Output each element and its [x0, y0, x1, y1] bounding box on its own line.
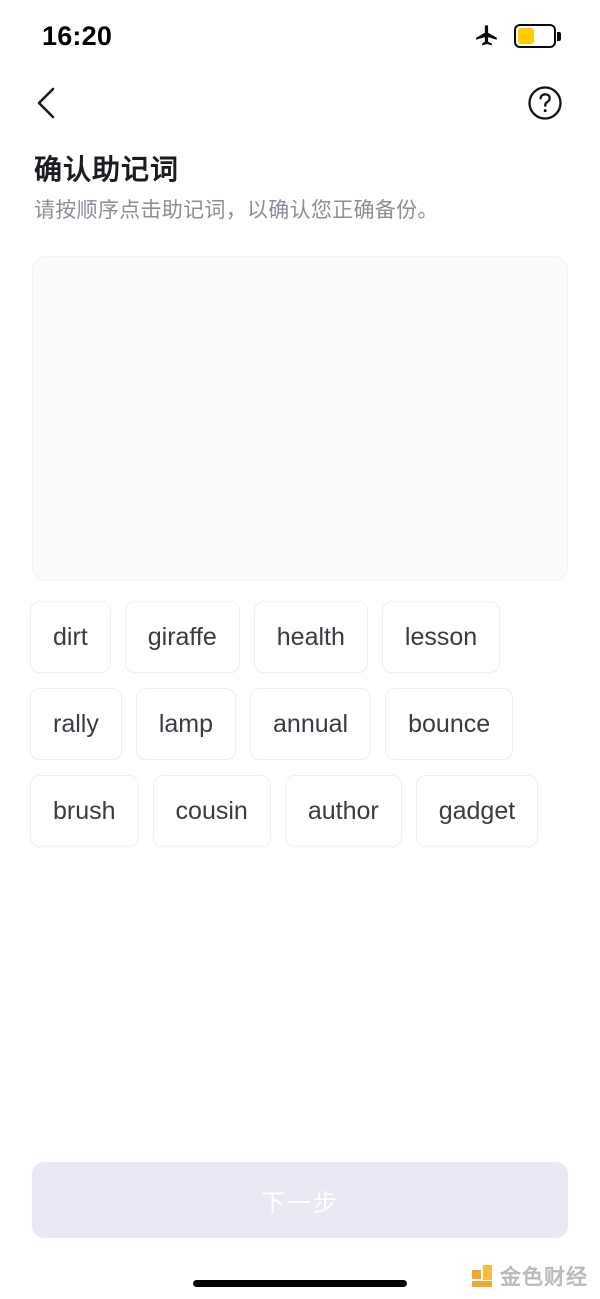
word-pool: dirt giraffe health lesson rally lamp annual bo…: [30, 601, 570, 848]
airplane-mode-icon: [476, 25, 497, 46]
word-chip[interactable]: gadget: [415, 775, 539, 848]
help-button[interactable]: [526, 84, 564, 122]
word-chip[interactable]: lesson: [381, 601, 501, 674]
header-block: 确认助记词 请按顺序点击助记词，以确认您正确备份。: [0, 134, 600, 225]
status-bar: 16:20: [0, 0, 600, 72]
word-chip[interactable]: health: [253, 601, 368, 674]
word-chip[interactable]: bounce: [385, 688, 514, 761]
logo-shape-left: [472, 1270, 481, 1279]
jinse-logo-icon: [472, 1265, 494, 1287]
question-mark-circle-icon: [528, 86, 562, 120]
status-indicators: [474, 23, 561, 49]
battery-nub: [557, 32, 561, 41]
page-title: 确认助记词: [34, 154, 180, 185]
battery-fill: [518, 28, 534, 44]
next-button[interactable]: 下一步: [32, 1162, 568, 1238]
word-chip[interactable]: giraffe: [124, 601, 240, 674]
logo-shape-bottom: [472, 1281, 492, 1287]
word-chip[interactable]: dirt: [30, 601, 111, 674]
word-chip[interactable]: author: [284, 775, 402, 848]
status-time: 16:20: [42, 20, 113, 51]
battery-icon: [514, 24, 561, 48]
word-chip[interactable]: lamp: [135, 688, 237, 761]
selected-words-area[interactable]: [32, 256, 568, 582]
watermark: 金色财经: [472, 1261, 588, 1291]
word-chip[interactable]: rally: [30, 688, 122, 761]
word-chip[interactable]: cousin: [152, 775, 271, 848]
word-chip[interactable]: annual: [250, 688, 372, 761]
back-button[interactable]: [26, 83, 66, 123]
logo-shape-right: [483, 1265, 492, 1280]
watermark-text: 金色财经: [500, 1266, 588, 1289]
page-subtitle: 请按顺序点击助记词，以确认您正确备份。: [34, 199, 439, 222]
word-chip[interactable]: brush: [30, 775, 139, 848]
chevron-left-icon: [37, 87, 55, 119]
home-indicator[interactable]: [193, 1280, 407, 1287]
navigation-bar: [0, 72, 600, 134]
